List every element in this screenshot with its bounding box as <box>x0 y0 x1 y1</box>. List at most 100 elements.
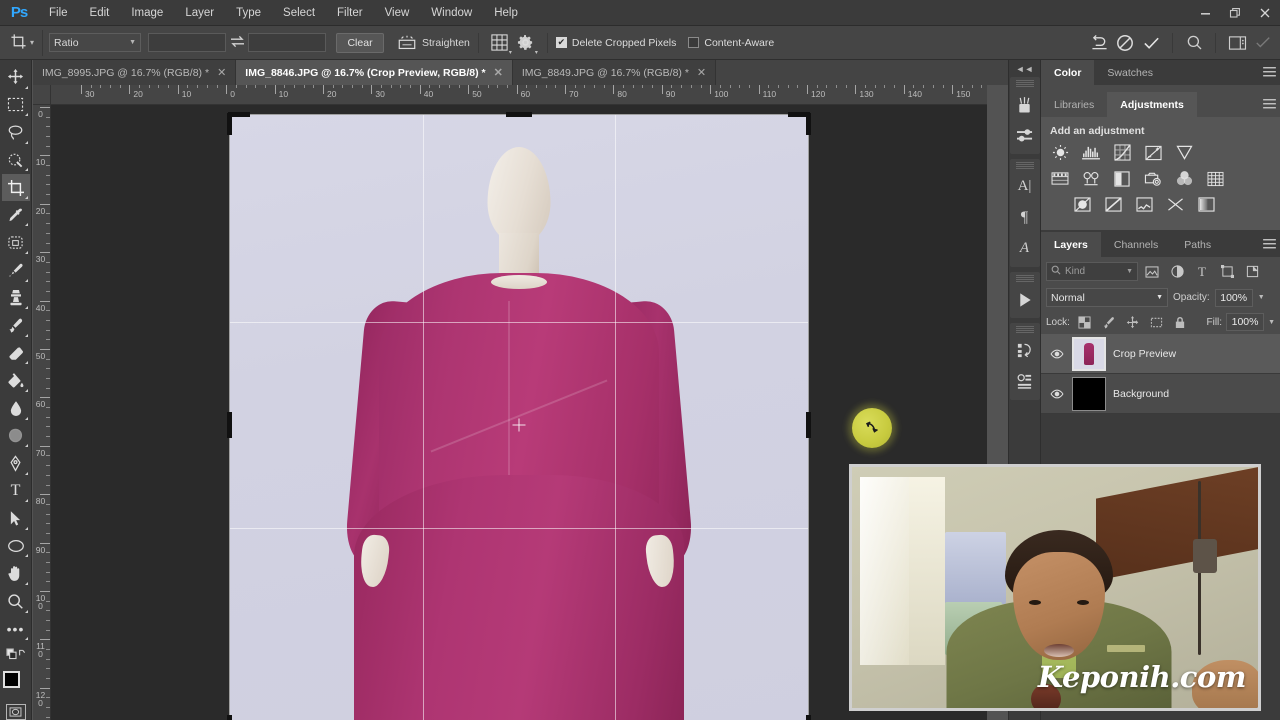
menu-filter[interactable]: Filter <box>326 0 374 26</box>
menu-type[interactable]: Type <box>225 0 272 26</box>
clear-button[interactable]: Clear <box>336 32 385 53</box>
crop-tool[interactable] <box>1 174 30 201</box>
vibrance-icon[interactable] <box>1174 143 1194 162</box>
layer-thumbnail[interactable] <box>1072 336 1106 371</box>
gradient-map-icon[interactable] <box>1165 195 1185 214</box>
crop-width-input[interactable] <box>148 33 227 52</box>
path-selection-tool[interactable] <box>2 505 30 532</box>
more-tools-button[interactable]: ••• <box>2 616 30 643</box>
lock-all-icon[interactable] <box>1171 313 1190 331</box>
dodge-tool[interactable] <box>2 423 30 450</box>
close-icon[interactable]: ✕ <box>217 66 226 79</box>
arrange-documents-icon[interactable] <box>1224 30 1250 56</box>
straighten-label[interactable]: Straighten <box>422 37 470 49</box>
document-image[interactable] <box>230 115 808 720</box>
filter-pixel-icon[interactable] <box>1141 262 1163 281</box>
glyphs-panel-icon[interactable]: A <box>1010 233 1040 264</box>
menu-window[interactable]: Window <box>420 0 483 26</box>
drag-grip[interactable] <box>1015 275 1034 282</box>
content-aware-checkbox[interactable]: Content-Aware <box>688 37 774 49</box>
lock-position-icon[interactable] <box>1123 313 1142 331</box>
pen-tool[interactable] <box>2 450 30 477</box>
minimize-button[interactable] <box>1190 0 1220 26</box>
opacity-value[interactable]: 100% <box>1214 288 1253 307</box>
document-tab-img8995[interactable]: IMG_8995.JPG @ 16.7% (RGB/8) * ✕ <box>33 60 237 85</box>
layer-kind-filter[interactable]: Kind ▼ <box>1046 262 1138 281</box>
vertical-ruler[interactable]: 0 10 20 30 40 50 60 70 80 90 100 110 120 <box>33 105 51 720</box>
commit-check-icon[interactable] <box>1138 30 1164 56</box>
filter-shape-icon[interactable] <box>1216 262 1238 281</box>
crop-overlay-grid-icon[interactable]: ▾ <box>487 30 513 56</box>
levels-icon[interactable] <box>1081 143 1101 162</box>
menu-layer[interactable]: Layer <box>174 0 225 26</box>
fill-value[interactable]: 100% <box>1226 313 1265 331</box>
color-swatches[interactable] <box>2 670 30 698</box>
black-white-icon[interactable] <box>1112 169 1132 188</box>
brush-settings-icon[interactable] <box>1010 120 1040 151</box>
invert-icon[interactable] <box>1072 195 1092 214</box>
cancel-icon[interactable] <box>1112 30 1138 56</box>
tab-swatches[interactable]: Swatches <box>1094 60 1166 85</box>
move-tool[interactable] <box>2 64 30 91</box>
straighten-icon[interactable] <box>394 30 420 56</box>
quick-mask-icon[interactable] <box>5 704 26 720</box>
color-balance-icon[interactable] <box>1081 169 1101 188</box>
actions-panel-icon[interactable] <box>1010 366 1040 397</box>
panel-menu-icon[interactable] <box>1263 67 1276 80</box>
character-panel-icon[interactable]: A| <box>1010 171 1040 202</box>
brightness-contrast-icon[interactable] <box>1050 143 1070 162</box>
foreground-color-swatch[interactable] <box>2 670 20 688</box>
opacity-stepper-icon[interactable]: ▼ <box>1258 294 1265 301</box>
lock-image-pixels-icon[interactable] <box>1099 313 1118 331</box>
history-brush-tool[interactable] <box>2 312 30 339</box>
drag-grip[interactable] <box>1015 80 1034 87</box>
tool-preset-picker[interactable]: ▾ <box>6 29 44 56</box>
filter-smart-object-icon[interactable] <box>1241 262 1263 281</box>
exposure-icon[interactable] <box>1143 143 1163 162</box>
tab-libraries[interactable]: Libraries <box>1041 92 1108 117</box>
restore-button[interactable] <box>1220 0 1250 26</box>
lock-transparent-pixels-icon[interactable] <box>1075 313 1094 331</box>
drag-grip[interactable] <box>1015 326 1034 333</box>
collapse-panels-icon[interactable]: ◄◄ <box>1008 60 1041 77</box>
chevron-down-icon[interactable]: ▾ <box>30 38 34 47</box>
brush-presets-icon[interactable] <box>1010 89 1040 120</box>
horizontal-ruler[interactable]: 30 20 10 0 10 20 30 40 50 60 70 80 90 100 110 120 130 140… <box>51 85 987 105</box>
filter-adjustment-icon[interactable] <box>1166 262 1188 281</box>
menu-edit[interactable]: Edit <box>79 0 121 26</box>
tab-paths[interactable]: Paths <box>1171 232 1225 257</box>
lasso-tool[interactable] <box>2 119 30 146</box>
menu-image[interactable]: Image <box>120 0 174 26</box>
layer-row-crop-preview[interactable]: Crop Preview <box>1041 334 1280 374</box>
layer-thumbnail[interactable] <box>1072 376 1106 411</box>
canvas-area[interactable] <box>51 105 987 720</box>
type-tool[interactable]: T <box>2 478 30 505</box>
default-colors-swap[interactable] <box>2 643 30 665</box>
ellipse-tool[interactable] <box>2 533 30 560</box>
paint-bucket-tool[interactable] <box>2 367 30 394</box>
brush-tool[interactable] <box>2 257 30 284</box>
paragraph-panel-icon[interactable]: ¶ <box>1010 202 1040 233</box>
menu-view[interactable]: View <box>374 0 421 26</box>
fill-stepper-icon[interactable]: ▼ <box>1268 319 1275 326</box>
menu-file[interactable]: File <box>38 0 79 26</box>
timeline-play-icon[interactable] <box>1010 284 1040 315</box>
quick-selection-tool[interactable] <box>2 147 30 174</box>
channel-mixer-icon[interactable] <box>1174 169 1194 188</box>
crop-height-input[interactable] <box>248 33 327 52</box>
menu-help[interactable]: Help <box>483 0 529 26</box>
hand-tool[interactable] <box>2 560 30 587</box>
history-panel-icon[interactable] <box>1010 335 1040 366</box>
zoom-tool[interactable] <box>2 588 30 615</box>
eraser-tool[interactable] <box>2 340 30 367</box>
delete-cropped-pixels-checkbox[interactable]: Delete Cropped Pixels <box>555 37 676 49</box>
selective-color-icon[interactable] <box>1196 195 1216 214</box>
tab-channels[interactable]: Channels <box>1100 232 1172 257</box>
lock-artboard-icon[interactable] <box>1147 313 1166 331</box>
drag-grip[interactable] <box>1015 162 1034 169</box>
tab-color[interactable]: Color <box>1041 60 1095 85</box>
gear-icon[interactable]: ▾ <box>513 30 539 56</box>
workspace-check-icon[interactable] <box>1250 30 1276 56</box>
rectangular-marquee-tool[interactable] <box>2 92 30 119</box>
blend-mode-select[interactable]: Normal ▼ <box>1046 288 1168 307</box>
